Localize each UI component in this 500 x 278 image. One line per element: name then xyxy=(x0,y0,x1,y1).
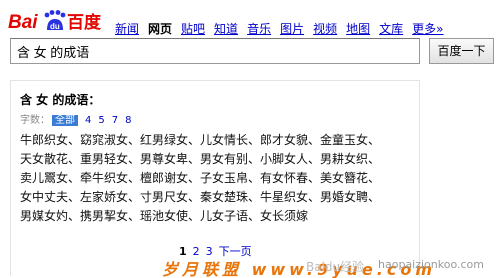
filter-option-2[interactable]: 5 xyxy=(98,115,104,126)
idiom-result-card: 含 女 的成语： 字数： 全部 4 5 7 8 牛郎织女、窈窕淑女、红男绿女、儿女情长、郎… xyxy=(10,80,420,276)
filter-option-1[interactable]: 4 xyxy=(85,115,91,126)
search-input[interactable] xyxy=(10,38,420,64)
svg-text:Bai: Bai xyxy=(8,12,38,33)
idiom-list: 牛郎织女、窈窕淑女、红男绿女、儿女情长、郎才女貌、金童玉女、 天女散花、重男轻女、… xyxy=(20,131,415,226)
nav-item-8[interactable]: 文库 xyxy=(379,22,403,36)
nav-item-9[interactable]: 更多» xyxy=(412,22,443,36)
filter-option-4[interactable]: 8 xyxy=(125,115,131,126)
idiom-line: 男媒女妁、携男挈女、瑶池女使、儿女子语、女长须嫁 xyxy=(20,209,309,223)
svg-text:百度: 百度 xyxy=(67,12,102,33)
idiom-line: 女中丈夫、左家娇女、寸男尺女、秦女楚珠、牛星织女、男婚女聘、 xyxy=(20,190,381,204)
nav-item-4[interactable]: 音乐 xyxy=(247,22,271,36)
filter-label: 字数： xyxy=(20,115,50,126)
filter-option-3[interactable]: 7 xyxy=(112,115,118,126)
top-nav: 新闻 网页 贴吧 知道 音乐 图片 视频 地图 文库 更多» xyxy=(115,20,452,37)
idiom-line: 牛郎织女、窈窕淑女、红男绿女、儿女情长、郎才女貌、金童玉女、 xyxy=(20,133,381,147)
result-title: 含 女 的成语： xyxy=(20,93,101,107)
baidu-logo[interactable]: Bai du 百度 xyxy=(8,9,106,33)
svg-text:du: du xyxy=(50,22,60,31)
header: Bai du 百度 新闻 网页 贴吧 知道 音乐 图片 视频 地图 文库 更多» xyxy=(0,0,500,36)
watermark-url: haopaizionkoo.com xyxy=(378,258,484,271)
nav-item-0[interactable]: 新闻 xyxy=(115,22,139,36)
nav-item-7[interactable]: 地图 xyxy=(346,22,370,36)
idiom-line: 卖儿鬻女、牵牛织女、檀郎谢女、子女玉帛、有女怀春、美女簪花、 xyxy=(20,171,381,185)
search-button[interactable]: 百度一下 xyxy=(429,38,494,64)
nav-item-6[interactable]: 视频 xyxy=(313,22,337,36)
nav-item-2[interactable]: 贴吧 xyxy=(181,22,205,36)
word-count-filter: 字数： 全部 4 5 7 8 xyxy=(20,111,132,126)
nav-item-3[interactable]: 知道 xyxy=(214,22,238,36)
nav-item-1[interactable]: 网页 xyxy=(148,22,172,36)
filter-option-0[interactable]: 全部 xyxy=(52,115,78,126)
watermark-baidu-jingyan: Baidu经验 xyxy=(306,260,365,274)
idiom-line: 天女散花、重男轻女、男尊女卑、男女有别、小脚女人、男耕女织、 xyxy=(20,152,381,166)
nav-item-5[interactable]: 图片 xyxy=(280,22,304,36)
